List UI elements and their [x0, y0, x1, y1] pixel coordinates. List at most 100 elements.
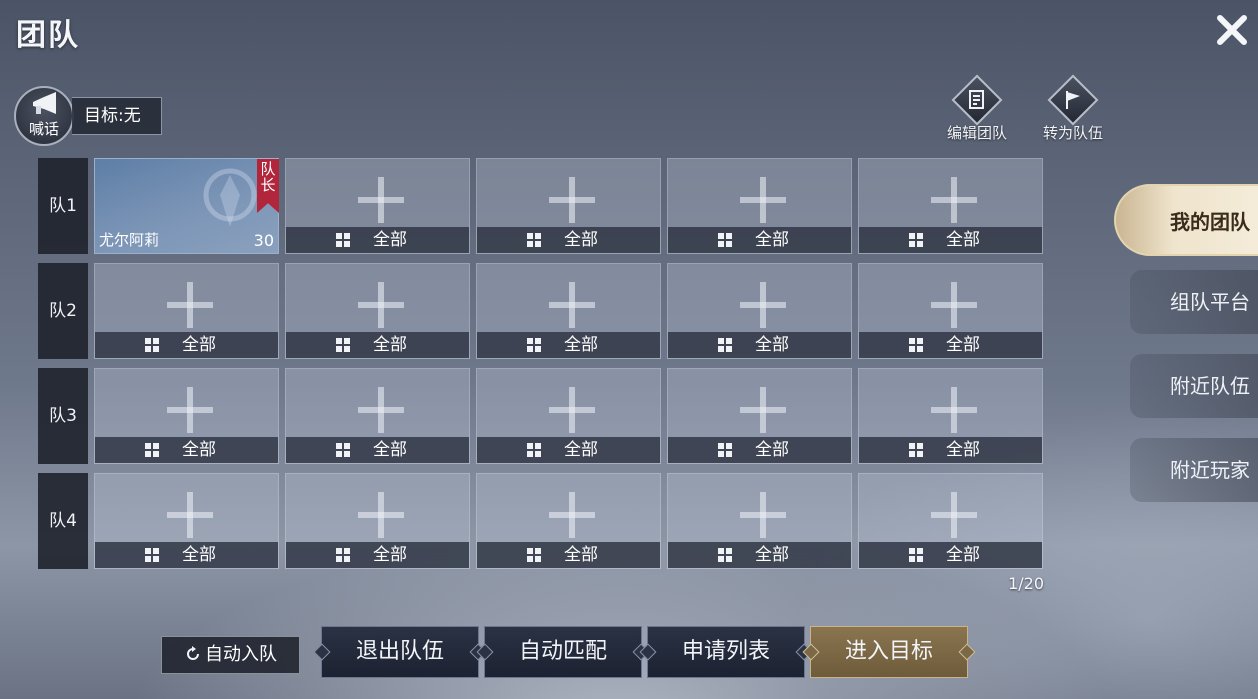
slot-filter-label: 全部	[564, 545, 598, 565]
add-icon	[569, 282, 575, 328]
auto-match-button[interactable]: 自动匹配	[484, 626, 642, 678]
empty-slot[interactable]: 全部	[476, 368, 661, 464]
empty-slot[interactable]: 全部	[94, 368, 279, 464]
add-icon	[378, 387, 384, 433]
slot-filter-label: 全部	[564, 230, 598, 250]
empty-slot[interactable]: 全部	[94, 473, 279, 569]
grid-icon	[718, 548, 732, 562]
member-name: 尤尔阿莉	[99, 231, 160, 249]
slot-filter-label: 全部	[755, 440, 789, 460]
add-icon	[187, 282, 193, 328]
slot-filter-label: 全部	[755, 545, 789, 565]
member-level: 30	[253, 231, 274, 250]
slot-filter-label: 全部	[373, 230, 407, 250]
add-icon	[951, 492, 957, 538]
grid-icon	[718, 233, 732, 247]
empty-slot[interactable]: 全部	[476, 158, 661, 254]
slot-filter-label: 全部	[946, 230, 980, 250]
page-indicator: 1/20	[1008, 574, 1044, 593]
empty-slot[interactable]: 全部	[667, 263, 852, 359]
grid-icon	[527, 233, 541, 247]
empty-slot[interactable]: 全部	[476, 473, 661, 569]
grid-icon	[336, 233, 350, 247]
empty-slot[interactable]: 全部	[858, 158, 1043, 254]
empty-slot[interactable]: 全部	[285, 368, 470, 464]
row-label-1: 队1	[38, 158, 88, 254]
slot-filter-label: 全部	[373, 335, 407, 355]
empty-slot[interactable]: 全部	[858, 263, 1043, 359]
grid-icon	[909, 443, 923, 457]
edit-roster-icon	[969, 90, 984, 109]
slot-filter-label: 全部	[564, 335, 598, 355]
enter-target-button[interactable]: 进入目标	[810, 626, 968, 678]
empty-slot[interactable]: 全部	[285, 158, 470, 254]
edit-team-button[interactable]: 编辑团队	[937, 74, 1017, 143]
add-icon	[187, 492, 193, 538]
tab-nearby-players[interactable]: 附近玩家	[1130, 438, 1258, 502]
slot-filter-label: 全部	[373, 440, 407, 460]
shout-label: 喊话	[28, 120, 59, 138]
empty-slot[interactable]: 全部	[667, 158, 852, 254]
grid-icon	[145, 443, 159, 457]
flag-icon	[1066, 91, 1080, 109]
empty-slot[interactable]: 全部	[94, 263, 279, 359]
add-icon	[187, 387, 193, 433]
grid-icon	[718, 443, 732, 457]
grid-icon	[336, 338, 350, 352]
leave-team-button[interactable]: 退出队伍	[321, 626, 479, 678]
auto-join-label: 自动入队	[205, 644, 277, 665]
auto-join-toggle[interactable]: 自动入队	[161, 636, 300, 674]
shout-button[interactable]: 喊话	[14, 86, 74, 146]
add-icon	[569, 387, 575, 433]
add-icon	[951, 282, 957, 328]
row-label-3: 队3	[38, 368, 88, 464]
grid-icon	[718, 338, 732, 352]
add-icon	[569, 177, 575, 223]
add-icon	[760, 177, 766, 223]
slot-filter-label: 全部	[182, 545, 216, 565]
empty-slot[interactable]: 全部	[667, 473, 852, 569]
add-icon	[378, 492, 384, 538]
grid-icon	[527, 338, 541, 352]
add-icon	[378, 177, 384, 223]
add-icon	[951, 387, 957, 433]
refresh-icon	[187, 646, 199, 660]
megaphone-icon	[33, 92, 56, 114]
grid-icon	[145, 548, 159, 562]
slot-filter-label: 全部	[755, 335, 789, 355]
slot-filter-label: 全部	[946, 335, 980, 355]
grid-icon	[527, 443, 541, 457]
empty-slot[interactable]: 全部	[858, 368, 1043, 464]
slot-filter-label: 全部	[182, 440, 216, 460]
slot-filter-label: 全部	[564, 440, 598, 460]
add-icon	[951, 177, 957, 223]
empty-slot[interactable]: 全部	[667, 368, 852, 464]
empty-slot[interactable]: 全部	[285, 263, 470, 359]
target-display[interactable]: 目标:无	[72, 97, 162, 135]
grid-icon	[336, 443, 350, 457]
add-icon	[760, 282, 766, 328]
slot-filter-label: 全部	[182, 335, 216, 355]
add-icon	[378, 282, 384, 328]
application-list-button[interactable]: 申请列表	[647, 626, 805, 678]
slot-filter-label: 全部	[946, 440, 980, 460]
add-icon	[569, 492, 575, 538]
member-slot-leader[interactable]: 队长 尤尔阿莉 30	[94, 158, 279, 254]
tab-team-platform[interactable]: 组队平台	[1130, 270, 1258, 334]
tab-nearby-teams[interactable]: 附近队伍	[1130, 354, 1258, 418]
page-title: 团队	[16, 18, 80, 53]
empty-slot[interactable]: 全部	[476, 263, 661, 359]
grid-icon	[909, 233, 923, 247]
grid-icon	[527, 548, 541, 562]
convert-to-party-button[interactable]: 转为队伍	[1033, 74, 1113, 143]
add-icon	[760, 492, 766, 538]
slot-filter-label: 全部	[946, 545, 980, 565]
row-label-2: 队2	[38, 263, 88, 359]
slot-filter-label: 全部	[755, 230, 789, 250]
slot-filter-label: 全部	[373, 545, 407, 565]
close-icon[interactable]	[1212, 10, 1252, 50]
grid-icon	[909, 338, 923, 352]
tab-my-team[interactable]: 我的团队	[1114, 184, 1258, 256]
empty-slot[interactable]: 全部	[858, 473, 1043, 569]
empty-slot[interactable]: 全部	[285, 473, 470, 569]
